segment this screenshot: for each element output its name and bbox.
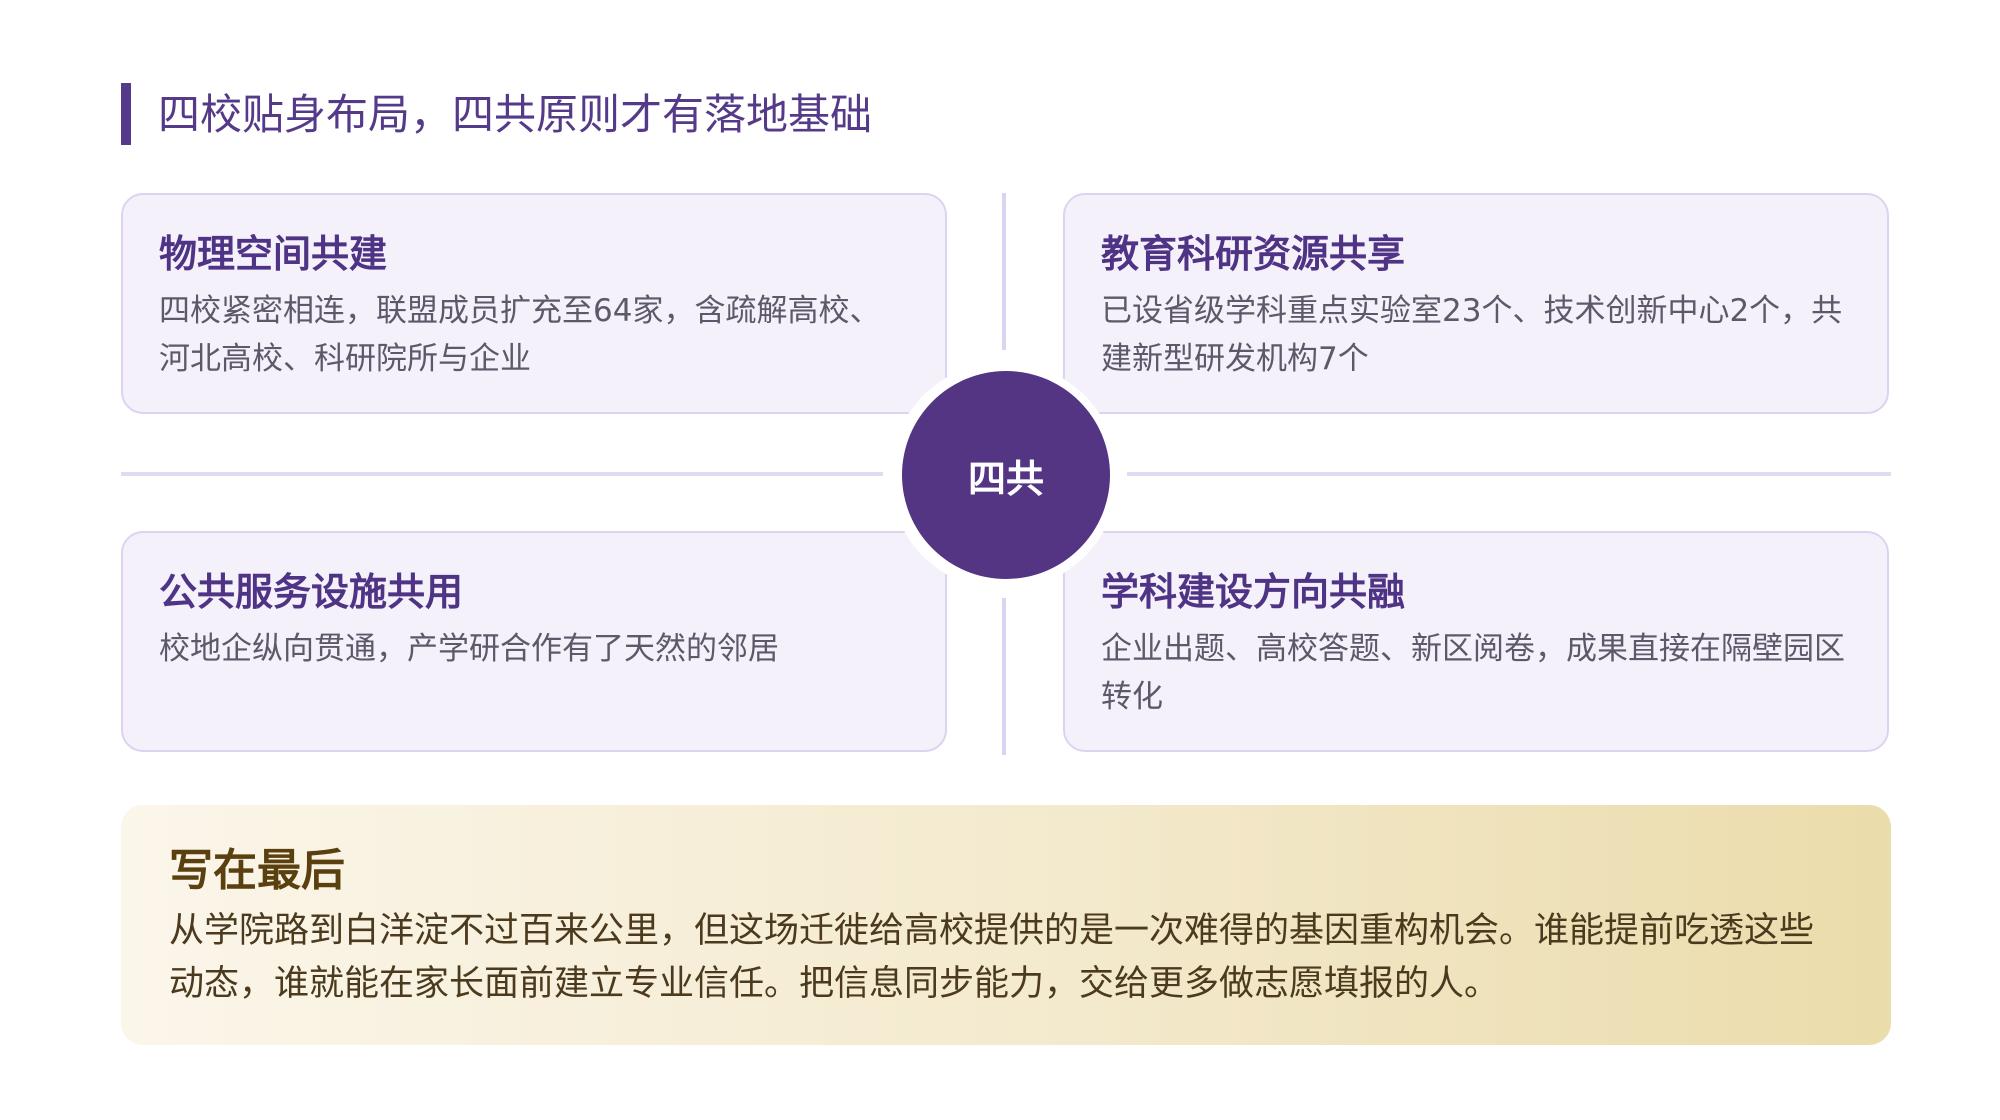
- card-body: 四校紧密相连，联盟成员扩充至64家，含疏解高校、河北高校、科研院所与企业: [159, 293, 881, 377]
- card-title: 教育科研资源共享: [1101, 232, 1406, 276]
- horizontal-divider-left: [121, 472, 883, 476]
- card-body: 校地企纵向贯通，产学研合作有了天然的邻居: [159, 631, 779, 667]
- vertical-divider-bottom: [1002, 598, 1006, 755]
- card-public-services: 公共服务设施共用 校地企纵向贯通，产学研合作有了天然的邻居: [121, 531, 947, 752]
- card-body: 已设省级学科重点实验室23个、技术创新中心2个，共建新型研发机构7个: [1101, 293, 1843, 377]
- title-accent-bar: [121, 83, 131, 145]
- vertical-divider-top: [1002, 193, 1006, 350]
- conclusion-body: 从学院路到白洋淀不过百来公里，但这场迁徙给高校提供的是一次难得的基因重构机会。谁…: [169, 911, 1815, 1004]
- center-badge: 四共: [902, 371, 1110, 579]
- card-title: 学科建设方向共融: [1101, 570, 1406, 614]
- conclusion-box: 写在最后 从学院路到白洋淀不过百来公里，但这场迁徙给高校提供的是一次难得的基因重…: [121, 805, 1891, 1045]
- horizontal-divider-right: [1127, 472, 1891, 476]
- page-title: 四校贴身布局，四共原则才有落地基础: [158, 90, 873, 139]
- card-physical-space: 物理空间共建 四校紧密相连，联盟成员扩充至64家，含疏解高校、河北高校、科研院所…: [121, 193, 947, 414]
- card-title: 公共服务设施共用: [159, 570, 464, 614]
- conclusion-title: 写在最后: [169, 845, 345, 896]
- card-discipline-integration: 学科建设方向共融 企业出题、高校答题、新区阅卷，成果直接在隔壁园区转化: [1063, 531, 1889, 752]
- card-resource-sharing: 教育科研资源共享 已设省级学科重点实验室23个、技术创新中心2个，共建新型研发机…: [1063, 193, 1889, 414]
- card-body: 企业出题、高校答题、新区阅卷，成果直接在隔壁园区转化: [1101, 631, 1845, 715]
- card-title: 物理空间共建: [159, 232, 388, 276]
